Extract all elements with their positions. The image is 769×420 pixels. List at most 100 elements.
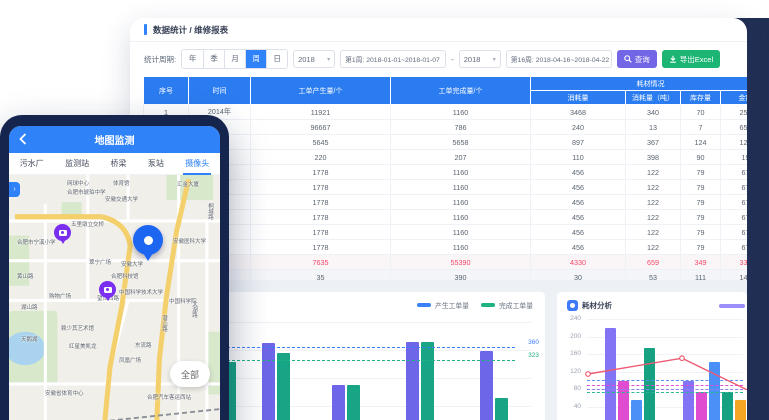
cell: 7 xyxy=(681,120,721,135)
cell: 79 xyxy=(681,225,721,240)
tab-污水厂[interactable]: 污水厂 xyxy=(20,153,44,175)
period-option[interactable]: 月 xyxy=(224,50,245,68)
cell: 340 xyxy=(626,105,681,120)
table-row: 356455658897367124129 xyxy=(144,135,748,150)
cell: 122 xyxy=(626,210,681,225)
map-label: 安徽医科大学 xyxy=(173,237,206,245)
map-label: 购物广场 xyxy=(49,292,71,300)
period-option[interactable]: 年 xyxy=(182,50,203,68)
query-button[interactable]: 查询 xyxy=(617,50,657,68)
cell: 659 xyxy=(626,255,681,270)
legend-swatch xyxy=(481,303,495,307)
col-subheader: 消耗量 xyxy=(531,91,626,105)
report-table: 序号 时间 工单产生量/个 工单完成量/个 耗材情况 消耗量 消耗量（吨） 库存… xyxy=(143,76,747,285)
screenshot-stage: 数据统计 / 维修报表 统计周期: 年季月周日 2018 ▾ 第1周: 2018… xyxy=(0,0,769,420)
cell: 67 xyxy=(721,210,748,225)
download-icon xyxy=(669,55,677,63)
cell: 70 xyxy=(681,105,721,120)
cell: 1160 xyxy=(391,195,531,210)
map-label: 潜山路 xyxy=(160,315,168,332)
camera-marker[interactable] xyxy=(54,224,71,241)
tab-监测站[interactable]: 监测站 xyxy=(65,153,89,175)
cell: 79 xyxy=(681,165,721,180)
map-label: 安徽大学 xyxy=(121,260,143,268)
bar xyxy=(332,385,345,420)
cell: 349 xyxy=(681,255,721,270)
map-label: 中国科学技术大学 xyxy=(119,288,163,296)
cell: 1160 xyxy=(391,180,531,195)
cell: 1160 xyxy=(391,240,531,255)
breadcrumb-text[interactable]: 数据统计 / 维修报表 xyxy=(153,24,228,36)
show-all-button[interactable]: 全部 xyxy=(170,361,210,387)
col-header-time: 时间 xyxy=(189,77,251,105)
period-option[interactable]: 季 xyxy=(203,50,224,68)
cell: 250 xyxy=(721,105,748,120)
cell: 1160 xyxy=(391,165,531,180)
period-option[interactable]: 周 xyxy=(245,50,266,68)
map-expander-button[interactable]: › xyxy=(9,182,20,197)
bar xyxy=(480,351,493,420)
map-label: 合肥市宁溪小学 xyxy=(17,238,56,246)
cell: 456 xyxy=(531,240,626,255)
cell: 456 xyxy=(531,225,626,240)
table-row: 7177811604561227967 xyxy=(144,195,748,210)
legend-item[interactable]: 完成工单量 xyxy=(481,300,533,310)
back-chevron-icon[interactable] xyxy=(19,133,27,145)
selected-location-marker[interactable] xyxy=(133,225,163,255)
cell: 122 xyxy=(626,225,681,240)
map-label: 红星美凯龙 xyxy=(69,342,97,350)
cell: 13 xyxy=(626,120,681,135)
bar xyxy=(421,342,434,420)
cell: 96667 xyxy=(251,120,391,135)
end-year-select[interactable]: 2018 ▾ xyxy=(459,50,501,68)
cell: 786 xyxy=(391,120,531,135)
map-label: 体育馆 xyxy=(113,179,130,187)
cell: 67 xyxy=(721,240,748,255)
cell: 79 xyxy=(681,240,721,255)
marker-dot xyxy=(144,236,153,245)
bar xyxy=(277,353,290,420)
cell: 1778 xyxy=(251,195,391,210)
map-label: 合肥科技馆 xyxy=(111,272,139,280)
start-week-field[interactable]: 第1周: 2018-01-01~2018-01-07 xyxy=(340,50,446,68)
range-separator: - xyxy=(451,55,454,64)
tab-摄像头[interactable]: 摄像头 xyxy=(185,153,209,175)
legend-item[interactable]: 产生工单量 xyxy=(417,300,469,310)
filter-toolbar: 统计周期: 年季月周日 2018 ▾ 第1周: 2018-01-01~2018-… xyxy=(130,42,747,70)
bar xyxy=(406,342,419,420)
col-subheader: 消耗量（吨） xyxy=(626,91,681,105)
cell: 4330 xyxy=(531,255,626,270)
map-label: 赖少其艺术馆 xyxy=(61,324,94,332)
table-row: 8177811604561227967 xyxy=(144,210,748,225)
col-header-completed: 工单完成量/个 xyxy=(391,77,531,105)
breadcrumb: 数据统计 / 维修报表 xyxy=(130,18,747,42)
end-week-field[interactable]: 第16周: 2018-04-16~2018-04-22 xyxy=(506,50,612,68)
map-label: 网球中心 xyxy=(67,179,89,187)
tab-桥梁[interactable]: 桥梁 xyxy=(110,153,126,175)
cell: 122 xyxy=(626,240,681,255)
period-option[interactable]: 日 xyxy=(266,50,287,68)
col-header-created: 工单产生量/个 xyxy=(251,77,391,105)
export-excel-button[interactable]: 导出Excel xyxy=(662,50,720,68)
cell: 7635 xyxy=(251,255,391,270)
period-label: 统计周期: xyxy=(144,54,176,65)
map-label: 桐城路 xyxy=(206,203,214,220)
camera-marker[interactable] xyxy=(99,281,116,298)
cell: 1778 xyxy=(251,165,391,180)
search-icon xyxy=(624,55,632,63)
map-view[interactable]: 网球中心体育馆合肥市琥珀中学安徽交通大学汇金大厦桐城路五里墩立交桥安徽医科大学合… xyxy=(9,175,220,420)
phone-mockup: 地图监测 污水厂监测站桥梁泵站摄像头 xyxy=(0,115,229,420)
chevron-down-icon: ▾ xyxy=(493,56,496,63)
table-row: 合计7635553904330659349334 xyxy=(144,255,748,270)
cell: 79 xyxy=(681,195,721,210)
map-label: 安徽省体育中心 xyxy=(45,389,84,397)
cell: 122 xyxy=(626,180,681,195)
start-year-select[interactable]: 2018 ▾ xyxy=(293,50,335,68)
cell: 456 xyxy=(531,210,626,225)
map-label: 凤凰广场 xyxy=(119,356,141,364)
map-label: 合肥汽车客运西站 xyxy=(147,393,191,401)
cell: 456 xyxy=(531,180,626,195)
cell: 67 xyxy=(721,225,748,240)
legend-label: 产生工单量 xyxy=(435,300,469,310)
tab-泵站[interactable]: 泵站 xyxy=(148,153,164,175)
